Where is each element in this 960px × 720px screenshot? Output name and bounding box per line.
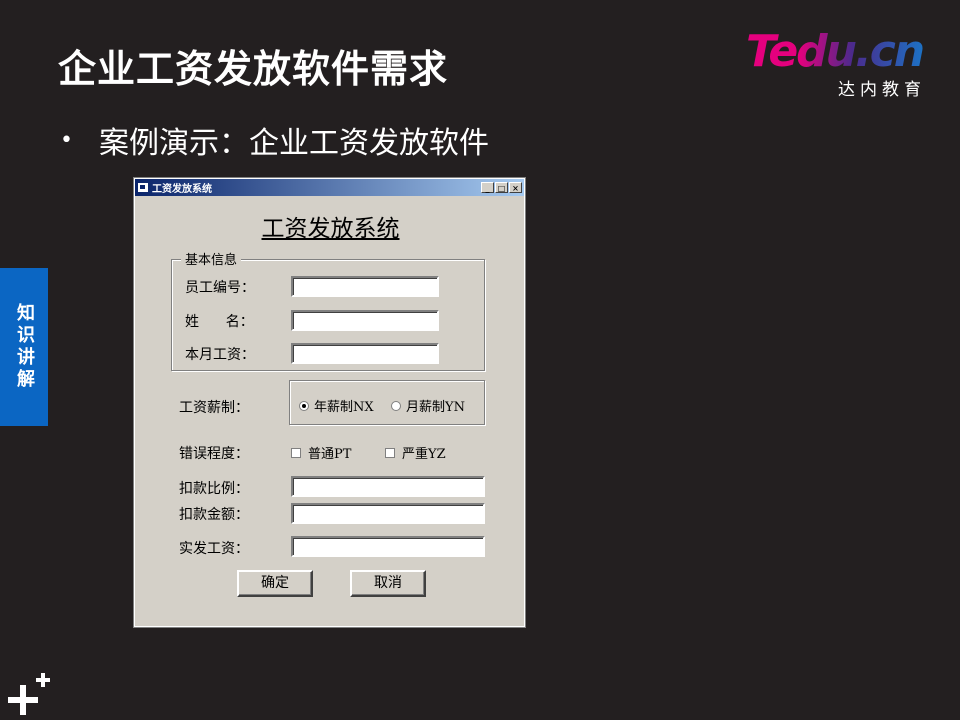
window-title: 工资发放系统 — [152, 184, 212, 195]
deduction-amount-label: 扣款金额： — [179, 507, 249, 523]
radio-annual-label: 年薪制NX — [314, 400, 374, 415]
cancel-button[interactable]: 取消 — [350, 570, 426, 597]
radio-selected-icon[interactable] — [299, 400, 309, 411]
checkbox-normal-box[interactable] — [291, 447, 301, 458]
name-label: 姓 名： — [185, 314, 254, 330]
dialog-heading: 工资发放系统 — [261, 216, 400, 242]
monthly-salary-field[interactable] — [291, 343, 439, 364]
logo-subtitle: 达内教育 — [838, 80, 926, 100]
name-field[interactable] — [291, 310, 439, 331]
slide-title: 企业工资发放软件需求 — [58, 47, 449, 91]
side-tab: 知识讲解 — [0, 268, 48, 426]
deduction-amount-field[interactable] — [291, 503, 485, 524]
checkbox-normal[interactable]: 普通PT — [291, 443, 351, 462]
radio-monthly-salary[interactable]: 月薪制YN — [391, 396, 465, 415]
deduction-ratio-label: 扣款比例： — [179, 481, 249, 497]
window-titlebar[interactable]: 工资发放系统 _ □ × — [135, 179, 524, 196]
actual-salary-field[interactable] — [291, 536, 485, 557]
minimize-button[interactable]: _ — [481, 182, 494, 193]
radio-unselected-icon[interactable] — [391, 400, 401, 411]
salary-dialog-window: 工资发放系统 _ □ × 工资发放系统 基本信息 员工编号： 姓 名： 本月工资… — [133, 177, 526, 628]
checkbox-severe-label: 严重YZ — [402, 447, 446, 462]
checkbox-normal-label: 普通PT — [308, 447, 352, 462]
bullet-item: • 案例演示：企业工资发放软件 — [60, 118, 489, 162]
actual-salary-label: 实发工资： — [179, 541, 249, 557]
radio-annual-salary[interactable]: 年薪制NX — [299, 396, 374, 415]
maximize-button[interactable]: □ — [495, 182, 508, 193]
plus-logo-icon — [8, 673, 50, 715]
radio-monthly-label: 月薪制YN — [406, 400, 465, 415]
deduction-ratio-field[interactable] — [291, 476, 485, 497]
bullet-dot-icon: • — [60, 127, 73, 153]
salary-system-label: 工资薪制： — [179, 400, 249, 416]
employee-id-field[interactable] — [291, 276, 439, 297]
checkbox-severe[interactable]: 严重YZ — [385, 443, 446, 462]
ok-button[interactable]: 确定 — [237, 570, 313, 597]
logo-wordmark: Tedu.cn — [746, 26, 925, 77]
checkbox-severe-box[interactable] — [385, 447, 395, 458]
close-button[interactable]: × — [509, 182, 522, 193]
error-level-label: 错误程度： — [179, 446, 249, 462]
app-icon — [138, 183, 148, 192]
bullet-text: 案例演示：企业工资发放软件 — [98, 126, 489, 161]
tedu-logo: Tedu.cn 达内教育 — [746, 26, 936, 100]
monthly-salary-label: 本月工资： — [185, 347, 255, 363]
basic-info-group-label: 基本信息 — [181, 249, 242, 268]
employee-id-label: 员工编号： — [185, 280, 255, 296]
